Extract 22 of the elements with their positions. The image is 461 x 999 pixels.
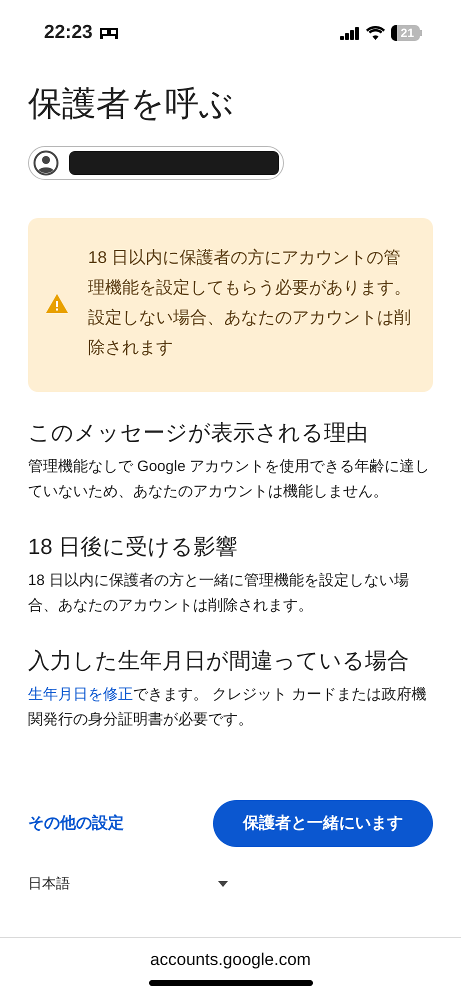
wifi-icon [366, 26, 385, 40]
url-text[interactable]: accounts.google.com [150, 950, 311, 970]
section-text: 生年月日を修正できます。 クレジット カードまたは政府機関発行の身分証明書が必要です。 [28, 685, 428, 730]
section-text: 管理機能なしで Google アカウントを使用できる年齢に達していないため、あなたのアカウントは機能しません。 [28, 457, 431, 502]
bed-icon [98, 26, 119, 40]
warning-message: 18 日以内に保護者の方にアカウントの管理機能を設定してもらう必要があります。設定しない場合、あなたのアカウントは削除されます [88, 247, 411, 359]
dropdown-icon [218, 881, 228, 887]
account-icon [33, 150, 59, 176]
section-heading: 18 日後に受ける影響 [28, 533, 239, 561]
section-heading: 入力した生年月日が間違っている場合 [28, 647, 410, 675]
page-title: 保護者を呼ぶ [28, 84, 235, 125]
section-heading: このメッセージが表示される理由 [28, 419, 369, 447]
clock-time: 22:23 [44, 22, 93, 44]
section-text: 18 日以内に保護者の方と一緒に管理機能を設定しない場合、あなたのアカウントは削除されます。 [28, 571, 410, 616]
battery-icon: 21 [390, 25, 423, 41]
fix-birthday-link[interactable]: 生年月日を修正 [28, 686, 133, 703]
language-selector[interactable]: 日本語 [28, 875, 228, 893]
more-settings-link[interactable]: その他の設定 [28, 805, 124, 842]
account-chip[interactable] [28, 146, 284, 180]
warning-icon [46, 294, 68, 312]
signal-icon [340, 26, 360, 40]
confirm-button[interactable]: 保護者と一緒にいます [213, 800, 433, 847]
